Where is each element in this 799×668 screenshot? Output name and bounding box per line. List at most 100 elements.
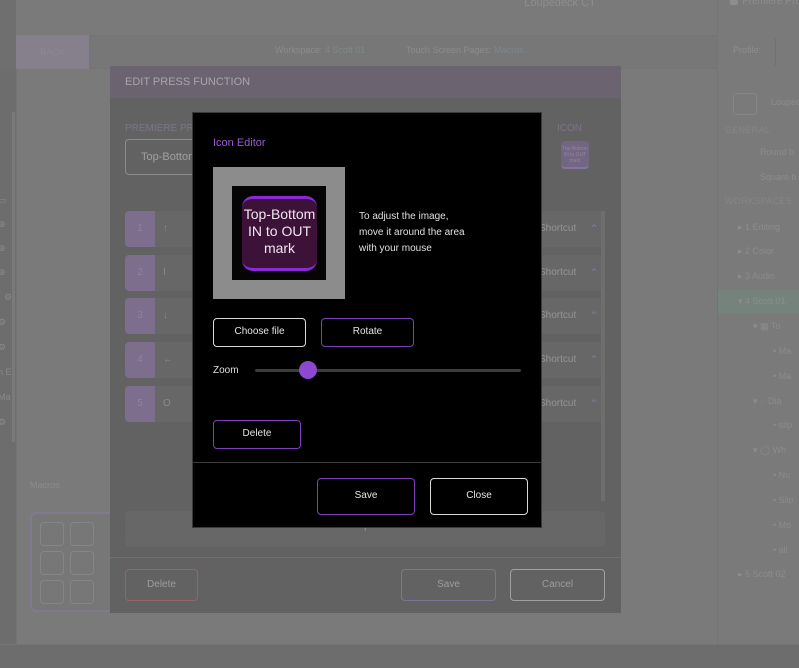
macros-page-thumbnail[interactable] — [30, 512, 115, 612]
icon-preview-line: Top-Bottom — [243, 206, 316, 222]
touch-pages-label: Touch Screen Pages: — [406, 45, 492, 55]
arrow-left-icon: ← — [163, 354, 173, 365]
touch-pages-indicator: Touch Screen Pages: Macros — [406, 45, 524, 55]
chevron-up-icon[interactable]: ⌃ — [589, 386, 599, 422]
icon-section-label: ICON — [557, 123, 582, 134]
app-section-label: PREMIERE PRO — [125, 123, 202, 134]
workspace-item[interactable]: ▸ 5 Scott 02 — [738, 569, 786, 580]
step-type: Shortcut — [539, 398, 577, 409]
dialog-title: EDIT PRESS FUNCTION — [125, 76, 251, 88]
step-type: Shortcut — [539, 310, 577, 321]
chevron-up-icon[interactable]: ⌃ — [589, 255, 599, 291]
adjust-hint-text: To adjust the image, move it around the … — [359, 209, 489, 257]
step-type: Shortcut — [539, 223, 577, 234]
add-circle-icon[interactable]: ⊕ — [0, 243, 6, 254]
macros-page-label: Macros — [30, 480, 60, 490]
divider — [110, 557, 621, 558]
chevron-up-icon[interactable]: ⌃ — [589, 298, 599, 334]
active-app-label: Premiere Pro — [742, 0, 799, 7]
icon-preview[interactable]: Top-Bottom IN to OUT mark — [242, 196, 317, 271]
icon-preview-line: IN to OUT — [247, 223, 311, 239]
hint-line: with your mouse — [359, 243, 432, 254]
left-panel-item[interactable]: Ma — [0, 392, 11, 402]
chevron-up-icon[interactable]: ⌃ — [589, 342, 599, 378]
macro-key[interactable] — [70, 522, 94, 546]
step-number: 4 — [125, 342, 155, 378]
workspace-indicator: Workspace: 4 Scott 01 — [275, 45, 365, 55]
workspaces-section-header: WORKSPACES — [725, 196, 792, 206]
delete-button[interactable]: Delete — [125, 569, 198, 601]
icon-preview-line: mark — [263, 240, 296, 256]
macro-key[interactable] — [70, 551, 94, 575]
gear-icon[interactable]: ⚙ — [4, 292, 12, 303]
tree-item[interactable]: • all — [773, 545, 788, 555]
loupedeck-device-icon — [733, 93, 757, 115]
tree-item[interactable]: • Ma — [773, 346, 791, 356]
profile-label: Profile: — [733, 45, 762, 55]
profile-select[interactable] — [775, 38, 799, 66]
gear-icon[interactable]: ⚙ — [0, 317, 6, 328]
zoom-slider-thumb[interactable] — [299, 361, 318, 379]
general-item-round-buttons[interactable]: Round b — [760, 147, 794, 157]
step-type: Shortcut — [539, 354, 577, 365]
device-tree-item[interactable]: Loupedeck — [771, 97, 799, 107]
tree-item[interactable]: • Nu — [773, 470, 790, 480]
macro-key[interactable] — [40, 522, 64, 546]
zoom-slider-track[interactable] — [255, 369, 521, 372]
close-button[interactable]: Close — [430, 478, 528, 515]
general-item-square-buttons[interactable]: Square b — [760, 172, 797, 182]
icon-thumbnail[interactable]: Top-Bottom IN to OUT mark — [561, 141, 589, 169]
steps-scrollbar[interactable] — [601, 211, 605, 501]
zoom-label: Zoom — [213, 365, 239, 376]
tree-item[interactable]: • slip — [773, 420, 792, 430]
left-panel-item[interactable]: n E — [0, 367, 12, 377]
add-circle-icon[interactable]: ⊕ — [0, 267, 6, 278]
tree-item[interactable]: ▾ ▦ To — [753, 321, 780, 332]
left-panel-scrollbar[interactable] — [12, 112, 15, 442]
folder-icon[interactable]: ▭ — [0, 195, 7, 206]
workspace-item[interactable]: ▸ 3 Audio — [738, 271, 775, 282]
save-button[interactable]: Save — [401, 569, 496, 601]
tree-item[interactable]: • Ma — [773, 371, 791, 381]
key-symbol: I — [163, 267, 166, 278]
icon-editor-title: Icon Editor — [213, 137, 266, 149]
tree-item[interactable]: ▾ ◌ Dia — [753, 396, 781, 407]
tree-item[interactable]: ▾ ◯ Wh — [753, 445, 786, 456]
divider — [193, 462, 541, 463]
cancel-button[interactable]: Cancel — [510, 569, 605, 601]
save-icon-button[interactable]: Save — [317, 478, 415, 515]
chevron-up-icon[interactable]: ⌃ — [688, 0, 700, 11]
back-button[interactable]: BACK — [16, 35, 89, 69]
workspace-item[interactable]: ▸ 1 Editing — [738, 222, 780, 233]
workspace-item[interactable]: ▸ 2 Color — [738, 246, 774, 257]
workspace-item-selected[interactable]: ▾ 4 Scott 01 — [738, 296, 786, 307]
macro-key[interactable] — [40, 580, 64, 604]
tree-item[interactable]: • Slip — [773, 495, 794, 505]
gear-icon[interactable]: ⚙ — [0, 342, 6, 353]
macro-key[interactable] — [70, 580, 94, 604]
gear-icon[interactable]: ⚙ — [0, 417, 6, 428]
step-number: 1 — [125, 211, 155, 247]
step-number: 5 — [125, 386, 155, 422]
arrow-down-icon: ↓ — [163, 310, 168, 321]
image-adjust-area[interactable]: Top-Bottom IN to OUT mark — [213, 167, 345, 299]
rotate-button[interactable]: Rotate — [321, 318, 414, 347]
status-bar — [0, 644, 799, 668]
chevron-up-icon[interactable]: ⌃ — [589, 211, 599, 247]
arrow-up-icon: ↑ — [163, 223, 168, 234]
touch-pages-value[interactable]: Macros — [494, 45, 524, 55]
hint-line: move it around the area — [359, 227, 465, 238]
macro-key[interactable] — [40, 551, 64, 575]
workspace-value[interactable]: 4 Scott 01 — [325, 45, 366, 55]
choose-file-button[interactable]: Choose file — [213, 318, 306, 347]
device-name: Loupedeck CT — [524, 0, 596, 9]
workspace-label: Workspace: — [275, 45, 323, 55]
general-section-header: GENERAL — [725, 125, 771, 135]
key-symbol: O — [163, 398, 171, 409]
icon-canvas[interactable]: Top-Bottom IN to OUT mark — [232, 186, 326, 280]
tree-item[interactable]: • Mo — [773, 520, 791, 530]
add-circle-icon[interactable]: ⊕ — [0, 219, 6, 230]
delete-icon-button[interactable]: Delete — [213, 420, 301, 449]
premiere-app-icon — [730, 0, 738, 5]
step-type: Shortcut — [539, 267, 577, 278]
